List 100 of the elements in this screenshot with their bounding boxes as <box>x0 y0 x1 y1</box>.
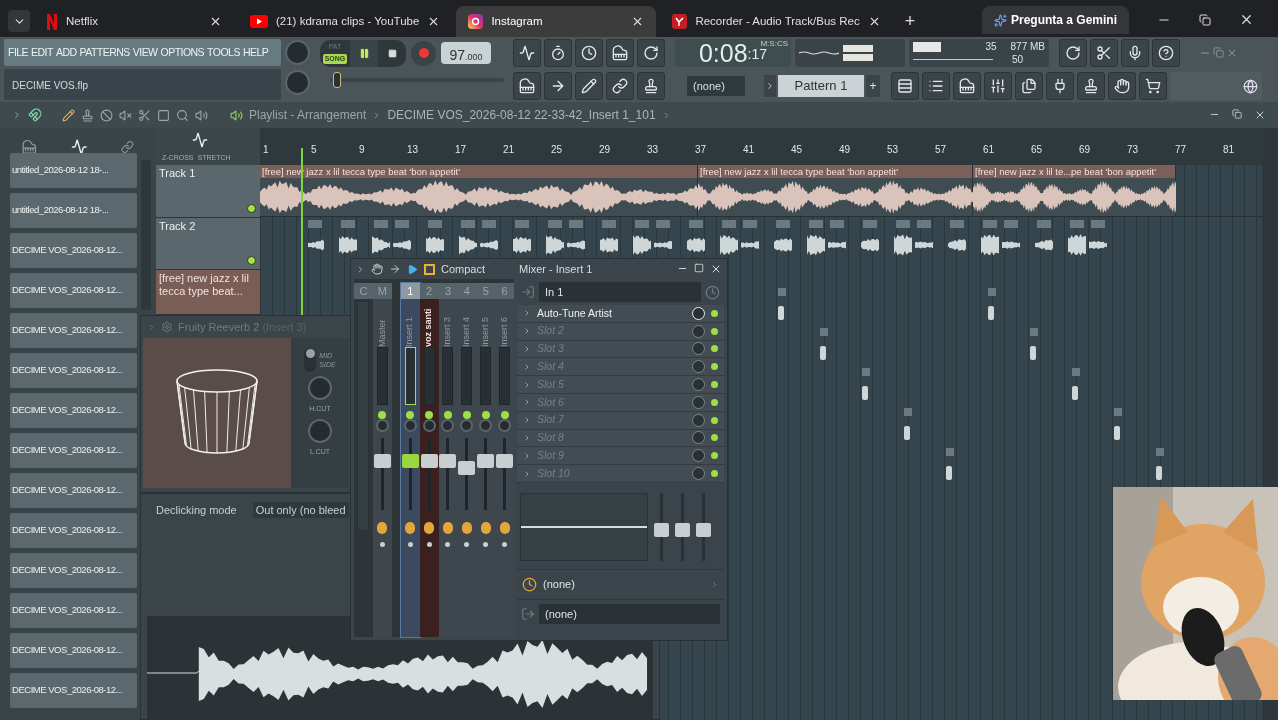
gemini-button[interactable]: Pregunta a Gemini <box>981 6 1129 34</box>
mixer-strip[interactable]: M Master <box>372 283 392 637</box>
project-filename: DECIME VOS.flp <box>12 80 89 91</box>
mixer-strip[interactable]: 6 Insert 6 <box>495 283 514 637</box>
audio-file-item[interactable]: untitled_2026-08-12 18-... <box>10 153 137 188</box>
browser-tab[interactable]: Netflix <box>34 6 234 37</box>
strip-number: 4 <box>457 283 477 299</box>
add-pattern-button[interactable]: + <box>866 75 880 97</box>
output-select[interactable]: (none) <box>539 604 720 625</box>
browser-tab[interactable]: Instagram <box>456 6 657 37</box>
browser-tab[interactable]: (21) kdrama clips - YouTube <box>238 6 453 37</box>
mixer-title: Mixer - Insert 1 <box>519 261 593 277</box>
menu-item[interactable]: ADD <box>55 44 77 61</box>
bar-number: 77 <box>1174 143 1188 157</box>
track-header[interactable]: Track 2 <box>156 218 260 270</box>
audio-file-item[interactable]: DECIME VOS_2026-08-12... <box>10 393 137 428</box>
bar-number: 41 <box>742 143 756 157</box>
browser-tab[interactable]: Recorder - Audio Track/Bus Rec <box>660 6 893 37</box>
declicking-select[interactable]: Out only (no bleed <box>252 501 349 519</box>
bar-number: 25 <box>550 143 564 157</box>
tab-title: Netflix <box>66 13 98 29</box>
strip-number: 5 <box>476 283 496 299</box>
input-select[interactable]: In 1 <box>539 282 701 302</box>
audio-file-item[interactable]: DECIME VOS_2026-08-12... <box>10 233 137 268</box>
cpu-usage: 50 <box>1011 53 1023 67</box>
menu-item[interactable]: EDIT <box>31 44 53 61</box>
strip-name: Insert 5 <box>478 316 491 347</box>
menu-item[interactable]: TOOLS <box>207 44 240 61</box>
menu-item[interactable]: VIEW <box>132 44 158 61</box>
mixer-strip[interactable]: 4 Insert 4 <box>457 283 477 637</box>
audio-file-item[interactable]: DECIME VOS_2026-08-12... <box>10 273 137 308</box>
memory-usage: 877 MB <box>1010 40 1045 54</box>
menu-item[interactable]: FILE <box>8 44 29 61</box>
audio-file-item[interactable]: DECIME VOS_2026-08-12... <box>10 473 137 508</box>
strip-name: voz santi <box>422 307 435 347</box>
track-name: [free] new jazz x lil tecca type beat... <box>159 272 250 298</box>
bar-number: 33 <box>646 143 660 157</box>
audio-clip[interactable]: [free] new jazz x lil tecca type beat 'bon appetit' <box>698 165 973 216</box>
tab-title: Recorder - Audio Track/Bus Rec <box>695 13 860 29</box>
audio-file-item[interactable]: DECIME VOS_2026-08-12... <box>10 353 137 388</box>
mixer-strip[interactable]: 1 Insert 1 <box>400 283 420 637</box>
audio-file-item[interactable]: DECIME VOS_2026-08-12... <box>10 513 137 548</box>
bar-number: 17 <box>454 143 468 157</box>
bar-number: 29 <box>598 143 612 157</box>
new-tab-button[interactable]: + <box>904 12 916 30</box>
clip-title: [free] new jazz x lil te...pe beat 'bon appetit' <box>973 165 1175 178</box>
bar-number: 49 <box>838 143 852 157</box>
effect-slot[interactable]: Auto-Tune Artist <box>517 305 724 323</box>
audio-clip[interactable]: [free] new jazz x lil te...pe beat 'bon appetit' <box>973 165 1176 216</box>
bar-number: 5 <box>310 143 318 157</box>
sidechain-select[interactable]: (none) <box>543 576 704 593</box>
strip-name: Insert 4 <box>460 316 473 347</box>
menu-item[interactable]: OPTIONS <box>160 44 205 61</box>
polyphony-count: 35 <box>985 40 997 54</box>
strip-name: Insert 3 <box>441 316 454 347</box>
bar-number: 81 <box>1222 143 1236 157</box>
bar-number: 37 <box>694 143 708 157</box>
tempo-field[interactable]: 97.000 <box>441 42 491 64</box>
audio-file-item[interactable]: DECIME VOS_2026-08-12... <box>10 313 137 348</box>
strip-name: Insert 1 <box>403 316 416 347</box>
clip-title: [free] new jazz x lil tecca type beat 'bon appetit' <box>698 165 972 178</box>
strip-number: C <box>354 283 373 299</box>
strip-name: Insert 6 <box>497 316 510 347</box>
bar-number: 53 <box>886 143 900 157</box>
track-header[interactable]: [free] new jazz x lil tecca type beat... <box>156 270 260 315</box>
track-header[interactable]: Track 1 <box>156 165 260 218</box>
audio-file-item[interactable]: DECIME VOS_2026-08-12... <box>10 633 137 668</box>
track-name: Track 1 <box>159 167 197 180</box>
tab-title: (21) kdrama clips - YouTube <box>276 13 420 29</box>
time-unit-label: M:S:CS <box>760 39 788 48</box>
declicking-label: Declicking mode <box>156 502 237 518</box>
audio-file-item[interactable]: DECIME VOS_2026-08-12... <box>10 553 137 588</box>
playlist-title: Playlist - Arrangement <box>249 107 367 124</box>
strip-number: 6 <box>495 283 514 299</box>
channel-select[interactable]: (none) <box>687 76 745 96</box>
playlist-path: DECIME VOS_2026-08-12 22-33-42_Insert 1_101 <box>387 107 656 124</box>
bar-number: 65 <box>1030 143 1044 157</box>
bar-number: 13 <box>406 143 420 157</box>
audio-file-item[interactable]: untitled_2026-08-12 18-... <box>10 193 137 228</box>
bar-number: 69 <box>1078 143 1092 157</box>
menu-item[interactable]: HELP <box>242 44 269 61</box>
time-display: 0:08:17 M:S:CS <box>675 39 791 67</box>
tab-title: Instagram <box>491 13 543 29</box>
menu-item[interactable]: PATTERNS <box>79 44 130 61</box>
bar-number: 45 <box>790 143 804 157</box>
audio-file-item[interactable]: DECIME VOS_2026-08-12... <box>10 433 137 468</box>
audio-file-item[interactable]: DECIME VOS_2026-08-12... <box>10 673 137 708</box>
mixer-strip[interactable]: 5 Insert 5 <box>476 283 496 637</box>
slot-name: Auto-Tune Artist <box>537 305 613 321</box>
bar-number: 1 <box>262 143 270 157</box>
compact-toggle[interactable]: Compact <box>441 260 486 278</box>
bar-number: 21 <box>502 143 516 157</box>
bar-number: 9 <box>358 143 366 157</box>
pattern-select[interactable]: Pattern 1 <box>778 75 864 97</box>
bar-number: 73 <box>1126 143 1140 157</box>
bar-number: 57 <box>934 143 948 157</box>
track-name: Track 2 <box>159 220 197 233</box>
strip-number: 1 <box>400 283 420 299</box>
audio-file-item[interactable]: DECIME VOS_2026-08-12... <box>10 593 137 628</box>
bar-number: 61 <box>982 143 996 157</box>
